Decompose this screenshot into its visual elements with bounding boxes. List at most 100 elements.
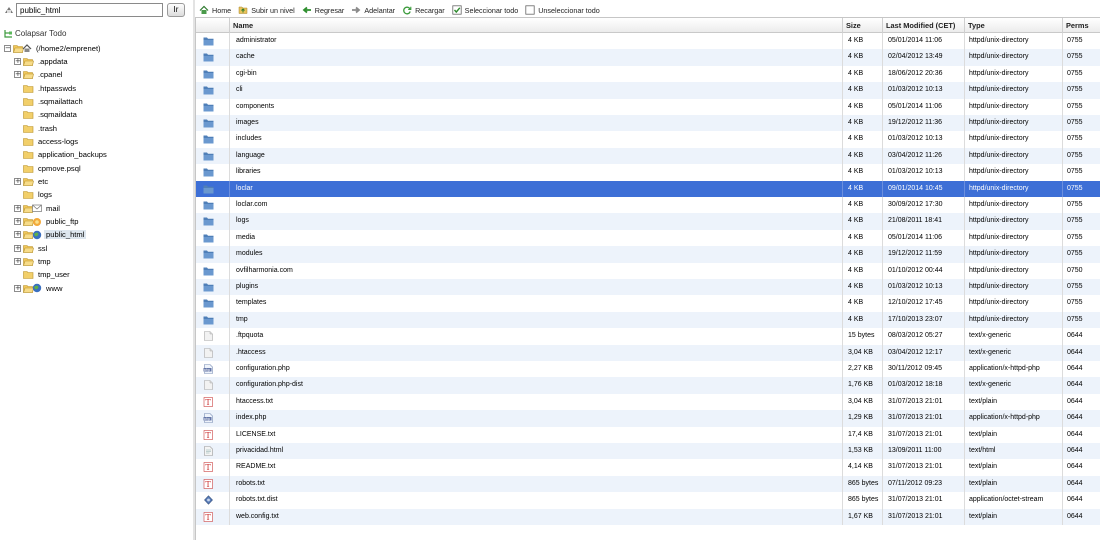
file-row[interactable]: language 4 KB 03/04/2012 11:26 httpd/unix-d… [196,147,1100,165]
header-size[interactable]: Size [842,18,882,33]
header-type[interactable]: Type [964,18,1062,33]
text-file-icon: T [203,478,213,489]
file-row[interactable]: php configuration.php 2,27 KB 30/11/2012 09… [196,361,1100,378]
expand-icon[interactable]: + [14,244,21,252]
toolbar-reload-button[interactable]: Recargar [402,5,445,15]
file-row[interactable]: media 4 KB 05/01/2014 11:06 httpd/unix-dire… [196,229,1100,247]
collapse-all-link[interactable]: Colapsar Todo [4,28,66,38]
column-divider [882,246,883,263]
file-row[interactable]: loclar 4 KB 09/01/2014 10:45 httpd/unix-dir… [196,180,1100,197]
toolbar-unselect-all-button[interactable]: Unseleccionar todo [525,5,600,15]
file-row[interactable]: tmp 4 KB 17/10/2013 23:07 httpd/unix-direct… [196,311,1100,329]
file-row[interactable]: loclar.com 4 KB 30/09/2012 17:30 httpd/unix… [196,197,1100,214]
tree-item[interactable]: .trash [14,122,59,134]
tree-item[interactable]: + .appdata [14,55,70,67]
column-divider [1062,475,1063,493]
column-divider [1062,377,1063,394]
file-type-cell: httpd/unix-directory [969,299,1029,307]
file-row[interactable]: components 4 KB 05/01/2014 11:06 httpd/unix… [196,98,1100,115]
column-divider [229,180,230,197]
file-row[interactable]: libraries 4 KB 01/03/2012 10:13 httpd/unix-… [196,164,1100,181]
tree-item[interactable]: tmp_user [14,269,72,281]
file-size-cell: 4 KB [848,86,864,94]
tree-item[interactable]: + mail [14,202,62,214]
expand-icon[interactable]: + [14,57,21,65]
tree-item[interactable]: + ssl [14,242,49,254]
file-name-cell: index.php [236,414,267,422]
file-row[interactable]: cli 4 KB 01/03/2012 10:13 httpd/unix-direct… [196,82,1100,99]
path-input[interactable] [16,3,163,17]
file-name-cell: loclar.com [236,201,268,208]
column-divider [1062,164,1063,181]
file-row[interactable]: .ftpquota 15 bytes 08/03/2012 05:27 text/x-… [196,328,1100,345]
toolbar-button-label: Home [212,5,232,15]
file-row[interactable]: T LICENSE.txt 17,4 KB 31/07/2013 21:01 text/… [196,426,1100,443]
file-row[interactable]: robots.txt.dist 865 bytes 31/07/2013 21:01… [196,492,1100,509]
file-row[interactable]: cache 4 KB 02/04/2012 13:49 httpd/unix-dire… [196,49,1100,66]
column-divider [1062,33,1063,50]
file-row[interactable]: administrator 4 KB 05/01/2014 11:06 httpd/u… [196,33,1100,50]
header-name[interactable]: Name [229,18,842,33]
file-row[interactable]: Trobots.txt 865 bytes 07/11/2012 09:23 text… [196,475,1100,493]
collapse-tree-icon [4,29,12,38]
column-divider [842,65,843,83]
expand-icon[interactable]: + [14,218,21,226]
file-row[interactable]: Tweb.config.txt 1,67 KB 31/07/2013 21:01 te… [196,508,1100,525]
file-row[interactable]: templates 4 KB 12/10/2012 17:45 httpd/unix-… [196,295,1100,312]
file-size-cell: 4 KB [848,37,864,44]
collapse-icon[interactable]: − [4,44,11,52]
file-row[interactable]: includes 4 KB 01/03/2012 10:13 httpd/unix-d… [196,131,1100,148]
globe-icon [32,284,42,293]
tree-item[interactable]: access-logs [14,135,80,147]
file-type-cell: text/plain [969,430,998,438]
column-divider [964,344,965,361]
toolbar-select-all-button[interactable]: Seleccionar todo [452,5,518,15]
file-row[interactable]: php index.php 1,29 KB 31/07/2013 21:01 appli… [196,410,1100,427]
expand-icon[interactable]: + [14,71,21,79]
tree-item[interactable]: + public_html [14,229,87,241]
tree-item[interactable]: + public_ftp [14,216,81,228]
file-row[interactable]: logs 4 KB 21/08/2011 18:41 httpd/unix-direc… [196,213,1100,230]
file-row[interactable]: configuration.php-dist 1,76 KB 01/03/2012 … [196,377,1100,394]
file-row[interactable]: plugins 4 KB 01/03/2012 10:13 httpd/unix-di… [196,279,1100,296]
tree-item[interactable]: application_backups [14,149,109,161]
header-last-modified[interactable]: Last Modified (CET) [882,18,964,33]
file-name-cell: configuration.php-dist [236,381,303,389]
expand-icon[interactable]: + [14,204,21,212]
header-icon-column [196,18,229,33]
tree-item[interactable]: .sqmaildata [14,109,79,121]
file-row[interactable]: Thtaccess.txt 3,04 KB 31/07/2013 21:01 text… [196,393,1100,411]
file-row[interactable]: images 4 KB 19/12/2012 11:36 httpd/unix-dir… [196,115,1100,132]
file-type-cell: text/plain [969,479,998,487]
tree-item[interactable]: − (/home2/emprenet) [4,42,103,54]
file-row[interactable]: .htaccess 3,04 KB 03/04/2012 12:17 text/x-g… [196,344,1100,361]
file-name-cell: media [236,233,256,241]
expand-icon[interactable]: + [14,178,21,185]
tree-item[interactable]: + tmp [14,256,53,268]
column-divider [842,475,843,493]
tree-item[interactable]: logs [14,189,54,201]
tree-item[interactable]: .htpasswds [14,82,78,94]
folder-icon [203,283,214,292]
toolbar-forward-arrow-button[interactable]: Adelantar [351,5,395,15]
tree-item[interactable]: + .cpanel [14,69,65,81]
file-row[interactable]: modules 4 KB 19/12/2012 11:59 httpd/unix-di… [196,246,1100,263]
expand-icon[interactable]: + [14,284,21,292]
toolbar-home-button[interactable]: Home [199,5,231,15]
toolbar-back-arrow-button[interactable]: Regresar [302,5,344,15]
toolbar-up-level-button[interactable]: Subir un nivel [238,5,295,15]
tree-item[interactable]: + www [14,282,64,294]
tree-item[interactable]: + etc [14,176,50,188]
expand-icon[interactable]: + [14,231,21,239]
file-row[interactable]: T README.txt 4,14 KB 31/07/2013 21:01 text/p… [196,459,1100,476]
expand-icon[interactable]: + [14,258,21,266]
file-row[interactable]: ovfilharmonia.com 4 KB 01/10/2012 00:44 htt… [196,262,1100,279]
go-button[interactable]: Ir [167,3,185,17]
file-row[interactable]: cgi-bin 4 KB 18/06/2012 20:36 httpd/unix-di… [196,65,1100,83]
tree-item[interactable]: .sqmailattach [14,95,85,107]
header-perms[interactable]: Perms [1062,18,1100,33]
file-modified-cell: 09/01/2014 10:45 [888,184,943,192]
tree-item[interactable]: cpmove.psql [14,162,83,174]
folder-icon [23,58,34,66]
file-row[interactable]: privacidad.html 1,53 KB 13/09/2011 11:00 te… [196,443,1100,460]
